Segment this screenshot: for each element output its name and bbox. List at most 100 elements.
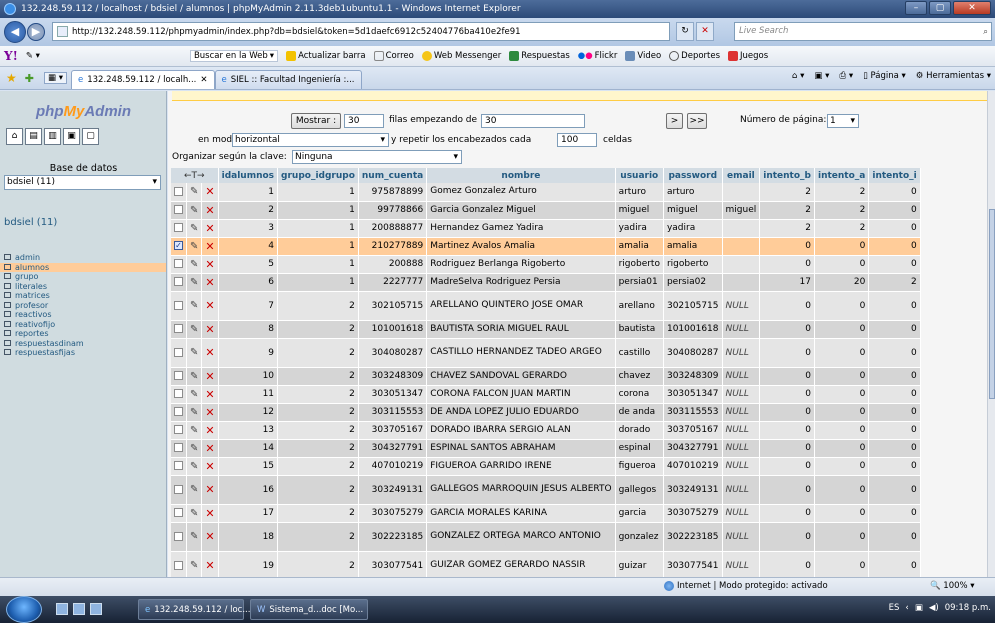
row-checkbox[interactable] bbox=[174, 223, 183, 232]
page-menu[interactable]: ▯ Página ▾ bbox=[863, 71, 906, 81]
delete-x-icon[interactable]: ✕ bbox=[205, 406, 214, 419]
rows-input[interactable]: 30 bbox=[344, 114, 384, 128]
delete-x-icon[interactable]: ✕ bbox=[205, 222, 214, 235]
row-checkbox[interactable] bbox=[174, 389, 183, 398]
toolbar-item-deportes[interactable]: Deportes bbox=[669, 51, 720, 61]
help-icon[interactable]: ▣ bbox=[63, 128, 80, 145]
scrollbar-thumb[interactable] bbox=[989, 209, 995, 399]
row-checkbox[interactable] bbox=[174, 259, 183, 268]
table-row[interactable]: ✎ ✕ 9 2 304080287 CASTILLO HERNANDEZ TADEO AR… bbox=[171, 338, 921, 368]
last-page-button[interactable]: >> bbox=[687, 113, 707, 129]
col-usuario[interactable]: usuario bbox=[615, 168, 664, 183]
edit-pencil-icon[interactable]: ✎ bbox=[190, 389, 198, 400]
favorites-star-icon[interactable]: ★ bbox=[6, 71, 17, 85]
table-icon[interactable] bbox=[4, 273, 11, 279]
table-icon[interactable] bbox=[4, 339, 11, 346]
table-row[interactable]: ✎ ✕ 15 2 407010219 FIGUEROA GARRIDO IRENE figu… bbox=[171, 457, 921, 476]
delete-x-icon[interactable]: ✕ bbox=[205, 483, 214, 496]
sidebar-table-grupo[interactable]: grupo bbox=[0, 272, 166, 282]
row-checkbox[interactable] bbox=[174, 508, 183, 517]
db-select[interactable]: bdsiel (11) ▾ bbox=[4, 175, 161, 190]
tray-expand-icon[interactable]: ‹ bbox=[905, 603, 908, 613]
edit-pencil-icon[interactable]: ✎ bbox=[190, 461, 198, 472]
edit-pencil-icon[interactable]: ✎ bbox=[190, 508, 198, 519]
taskbar-button-ie[interactable]: e 132.248.59.112 / loc... bbox=[138, 599, 250, 620]
next-page-button[interactable]: > bbox=[666, 113, 683, 129]
toolbar-item-actualizar[interactable]: Actualizar barra bbox=[286, 51, 366, 61]
table-row[interactable]: ✎ ✕ 19 2 303077541 GUIZAR GOMEZ GERARDO NASSI… bbox=[171, 551, 921, 577]
col-intento-a[interactable]: intento_a bbox=[814, 168, 870, 183]
delete-x-icon[interactable]: ✕ bbox=[205, 258, 214, 271]
table-icon[interactable] bbox=[4, 330, 11, 336]
sidebar-table-literales[interactable]: literales bbox=[0, 282, 166, 292]
yahoo-logo[interactable]: Y! bbox=[4, 49, 18, 63]
quick-tabs-button[interactable]: ▦ ▾ bbox=[43, 72, 67, 84]
table-row[interactable]: ✎ ✕ 3 1 200888877 Hernandez Gamez Yadira yadir… bbox=[171, 219, 921, 238]
url-field[interactable]: http://132.248.59.112/phpmyadmin/index.p… bbox=[52, 22, 670, 41]
start-button[interactable] bbox=[6, 596, 42, 623]
toolbar-item-juegos[interactable]: Juegos bbox=[728, 51, 768, 61]
edit-pencil-icon[interactable]: ✎ bbox=[190, 407, 198, 418]
table-icon[interactable] bbox=[4, 254, 11, 260]
table-row[interactable]: ✎ ✕ 12 2 303115553 DE ANDA LOPEZ JULIO EDUARD… bbox=[171, 403, 921, 422]
back-button[interactable]: ◀ bbox=[4, 21, 26, 43]
table-row[interactable]: ✎ ✕ 13 2 303705167 DORADO IBARRA SERGIO ALAN d… bbox=[171, 421, 921, 440]
row-checkbox[interactable] bbox=[174, 531, 183, 541]
delete-x-icon[interactable]: ✕ bbox=[205, 388, 214, 401]
edit-pencil-icon[interactable]: ✎ bbox=[190, 484, 198, 495]
edit-pencil-icon[interactable]: ✎ bbox=[190, 277, 198, 288]
reload-icon[interactable]: ▢ bbox=[82, 128, 99, 145]
maximize-button[interactable]: ▢ bbox=[929, 1, 951, 15]
row-checkbox[interactable] bbox=[174, 425, 183, 434]
row-checkbox[interactable] bbox=[174, 407, 183, 416]
sidebar-table-matrices[interactable]: matrices bbox=[0, 291, 166, 301]
edit-pencil-icon[interactable]: ✎ bbox=[190, 300, 198, 311]
delete-x-icon[interactable]: ✕ bbox=[205, 424, 214, 437]
table-icon[interactable] bbox=[4, 301, 11, 308]
home-icon[interactable]: ⌂ bbox=[6, 128, 23, 145]
stop-button[interactable]: ✕ bbox=[696, 22, 714, 41]
network-icon[interactable]: ▣ bbox=[915, 603, 923, 613]
table-row[interactable]: ✎ ✕ 5 1 200888 Rodriguez Berlanga Rigoberto ri… bbox=[171, 255, 921, 274]
col-email[interactable]: email bbox=[722, 168, 761, 183]
col-intento-i[interactable]: intento_i bbox=[868, 168, 921, 183]
sidebar-table-respuestasfijas[interactable]: respuestasfijas bbox=[0, 348, 166, 358]
minimize-button[interactable]: – bbox=[905, 1, 927, 15]
security-zone[interactable]: Internet | Modo protegido: activado bbox=[664, 581, 828, 591]
row-checkbox[interactable] bbox=[174, 560, 183, 570]
edit-pencil-icon[interactable]: ✎ bbox=[190, 205, 198, 216]
table-icon[interactable] bbox=[4, 349, 11, 355]
mode-select[interactable]: horizontal ▾ bbox=[232, 133, 389, 147]
delete-x-icon[interactable]: ✕ bbox=[205, 507, 214, 520]
switch-windows-icon[interactable] bbox=[73, 603, 85, 615]
tab-close-icon[interactable]: ✕ bbox=[200, 75, 207, 85]
toolbar-item-respuestas[interactable]: Respuestas bbox=[509, 51, 570, 61]
col-grupo-idgrupo[interactable]: grupo_idgrupo bbox=[277, 168, 359, 183]
delete-x-icon[interactable]: ✕ bbox=[205, 346, 214, 359]
table-icon[interactable] bbox=[4, 263, 11, 270]
start-input[interactable]: 30 bbox=[481, 114, 585, 128]
sidebar-table-admin[interactable]: admin bbox=[0, 253, 166, 263]
table-row[interactable]: ✎ ✕ 11 2 303051347 CORONA FALCON JUAN MARTIN c… bbox=[171, 385, 921, 404]
table-row[interactable]: ✎ ✕ 10 2 303248309 CHAVEZ SANDOVAL GERARDO cha… bbox=[171, 367, 921, 386]
table-row[interactable]: ✎ ✕ 17 2 303075279 GARCIA MORALES KARINA garci… bbox=[171, 504, 921, 523]
edit-pencil-icon[interactable]: ✎ bbox=[190, 241, 198, 252]
documentation-icon[interactable]: ▥ bbox=[44, 128, 61, 145]
sidebar-table-profesor[interactable]: profesor bbox=[0, 301, 166, 311]
table-row[interactable]: ✎ ✕ 8 2 101001618 BAUTISTA SORIA MIGUEL RAUL b… bbox=[171, 320, 921, 339]
clock[interactable]: 09:18 p.m. bbox=[945, 603, 991, 613]
table-row[interactable]: ✎ ✕ 14 2 304327791 ESPINAL SANTOS ABRAHAM espi… bbox=[171, 439, 921, 458]
home-icon[interactable]: ⌂ ▾ bbox=[792, 71, 804, 81]
sidebar-table-alumnos[interactable]: alumnos bbox=[0, 262, 166, 272]
edit-pencil-icon[interactable]: ✎ bbox=[190, 259, 198, 270]
row-checkbox[interactable] bbox=[174, 371, 183, 380]
col-num-cuenta[interactable]: num_cuenta bbox=[358, 168, 428, 183]
col-password[interactable]: password bbox=[663, 168, 723, 183]
show-desktop-icon[interactable] bbox=[56, 603, 68, 615]
col-intento-b[interactable]: intento_b bbox=[759, 168, 815, 183]
sidebar-table-reativofijo[interactable]: reativofijo bbox=[0, 320, 166, 330]
table-row[interactable]: ✎ ✕ 7 2 302105715 ARELLANO QUINTERO JOSE OMAR… bbox=[171, 291, 921, 321]
print-icon[interactable]: ⎙ ▾ bbox=[839, 71, 853, 81]
row-checkbox[interactable] bbox=[174, 347, 183, 357]
search-icon[interactable]: ⌕ bbox=[983, 24, 988, 41]
